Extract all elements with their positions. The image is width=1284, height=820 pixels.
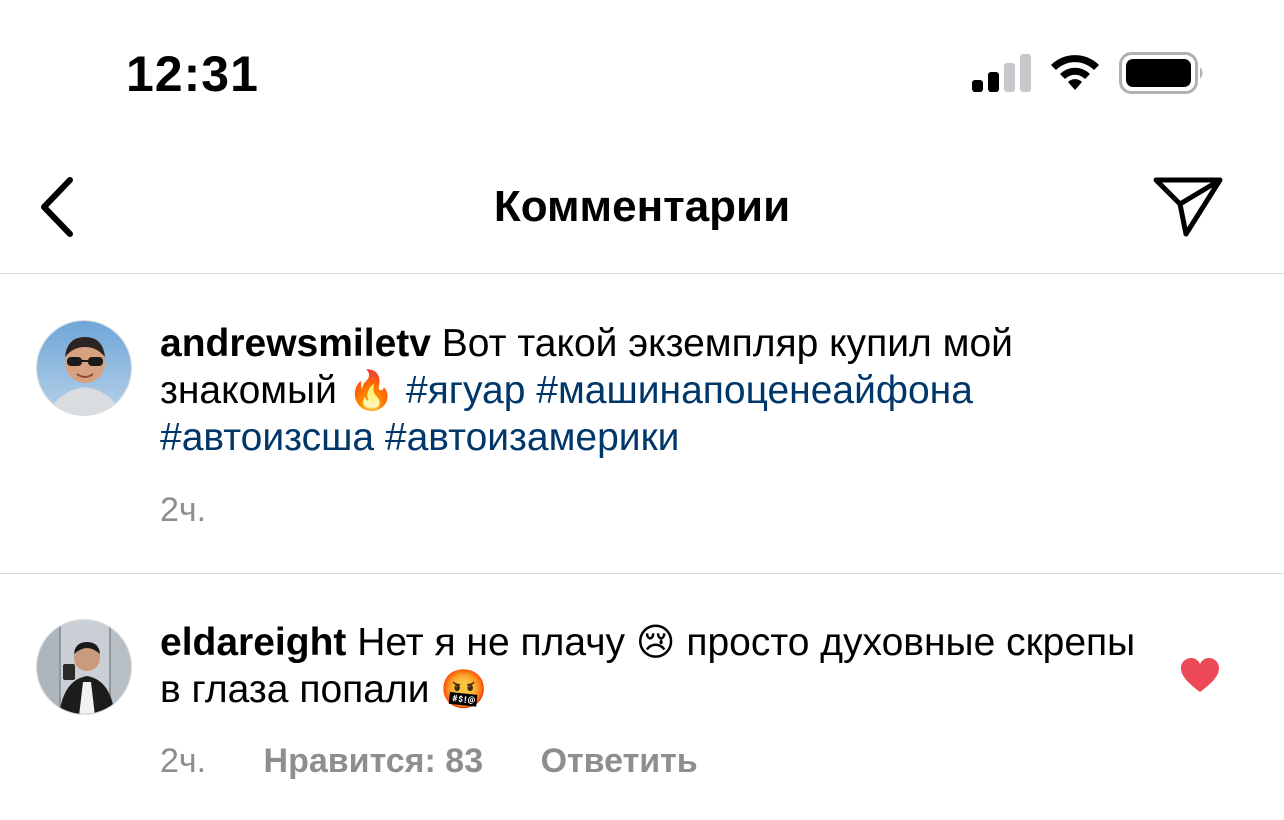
avatar-photo — [37, 321, 131, 415]
battery-icon — [1119, 52, 1203, 94]
header-bar: Комментарии — [0, 140, 1284, 274]
hashtag-link[interactable]: #автоизамерики — [385, 416, 680, 459]
crying-face-emoji: 😢 — [635, 620, 676, 664]
fire-emoji: 🔥 — [347, 368, 396, 412]
comments-screen: 12:31 Комментарии andrewsmiletv Вот тако… — [0, 0, 1284, 820]
heart-filled-icon — [1181, 658, 1219, 692]
comment-body: eldareight Нет я не плачу 😢 просто духов… — [160, 619, 1140, 713]
page-title: Комментарии — [493, 182, 791, 231]
comment-username[interactable]: eldareight — [160, 621, 346, 664]
share-button[interactable] — [1150, 174, 1226, 240]
hashtag-link[interactable]: #автоизсша — [160, 416, 374, 459]
reply-button[interactable]: Ответить — [541, 741, 698, 781]
avatar[interactable] — [36, 320, 132, 416]
avatar[interactable] — [36, 619, 132, 715]
comment-username[interactable]: andrewsmiletv — [160, 322, 431, 365]
comment-text: Нет я не плачу — [357, 621, 626, 664]
avatar-photo — [37, 620, 131, 714]
comment-meta: 2ч. Нравится: 83 Ответить — [160, 741, 698, 781]
paper-plane-icon — [1153, 177, 1223, 237]
wifi-icon — [1051, 55, 1099, 90]
status-bar: 12:31 — [0, 0, 1284, 140]
comment-meta: 2ч. — [160, 490, 254, 530]
hashtag-link[interactable]: #ягуар — [406, 369, 525, 412]
comment-body: andrewsmiletv Вот такой экземпляр купил … — [160, 320, 1140, 461]
likes-count-link[interactable]: Нравится: 83 — [264, 741, 484, 781]
cursing-face-emoji: 🤬 — [440, 667, 488, 711]
hashtag-link[interactable]: #машинапоценеайфона — [536, 369, 973, 412]
status-time: 12:31 — [126, 46, 259, 102]
like-button[interactable] — [1180, 657, 1220, 693]
comment-time: 2ч. — [160, 491, 207, 529]
comment-item: eldareight Нет я не плачу 😢 просто духов… — [0, 575, 1284, 820]
comment-item: andrewsmiletv Вот такой экземпляр купил … — [0, 274, 1284, 574]
cellular-signal-icon — [972, 54, 1031, 92]
comment-time: 2ч. — [160, 742, 207, 780]
